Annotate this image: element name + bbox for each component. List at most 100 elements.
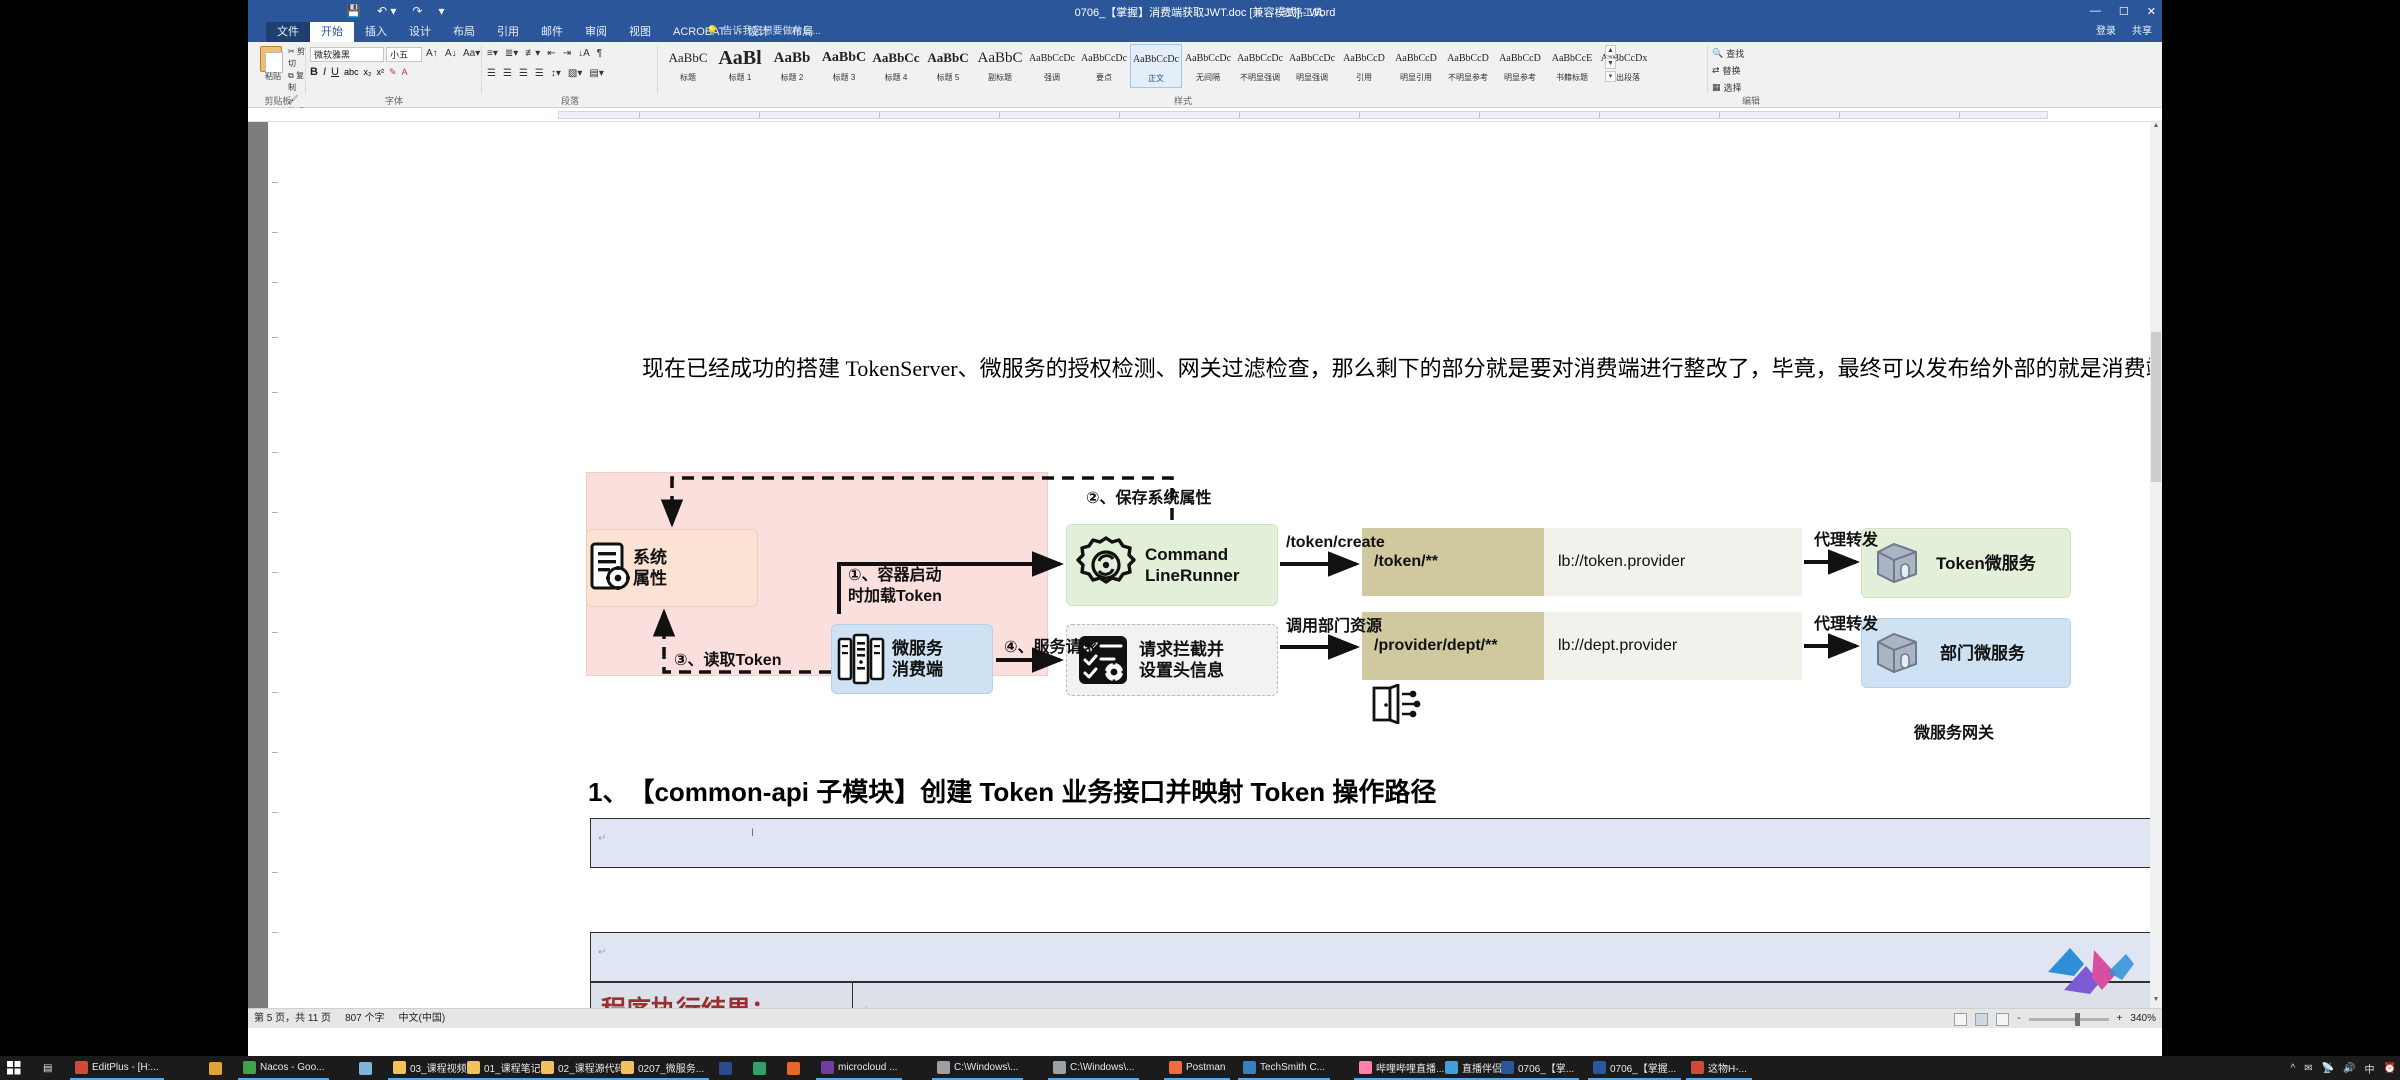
zoom-level[interactable]: 340% [2130,1009,2156,1029]
underline-button[interactable]: U [331,66,339,78]
style-item-3[interactable]: AaBbC 标题 3 [818,44,870,88]
taskbar-item-1[interactable] [204,1056,227,1080]
network-icon[interactable]: 📡 [2322,1063,2334,1074]
tray-expand-icon[interactable]: ^ [2291,1063,2296,1074]
result-table[interactable]: 程序执行结果： ↵ [590,982,2162,1008]
taskbar-item-7[interactable]: 0207_微服务... [616,1056,710,1080]
styles-gallery[interactable]: AaBbC 标题 AaBl 标题 1 AaBb 标题 2 AaBbC 标题 3 AaBbCc 标题… [662,44,1650,88]
zoom-out-button[interactable]: - [2017,1009,2020,1029]
scrollbar-thumb[interactable] [2151,332,2161,482]
taskbar-item-11[interactable]: microcloud ... [816,1056,903,1080]
code-table-2[interactable]: ↵ [590,932,2162,982]
align-center-icon[interactable]: ☰ [503,68,512,79]
status-right[interactable]: - + 340% [1954,1009,2156,1029]
scroll-up-icon[interactable]: ▲ [2150,122,2162,134]
tell-me-box[interactable]: 💡 告诉我您想要做什么... [706,22,821,42]
style-item-13[interactable]: AaBbCcD 引用 [1338,44,1390,88]
show-marks-icon[interactable]: ¶ [597,48,602,59]
body-paragraph[interactable]: 现在已经成功的搭建 TokenServer、微服务的授权检测、网关过滤检查，那么… [586,352,2162,386]
align-right-icon[interactable]: ☰ [519,68,528,79]
sort-icon[interactable]: ↓A [578,48,590,59]
print-layout-button[interactable] [1975,1012,1989,1026]
taskbar-item-19[interactable]: 0706_【掌握... [1588,1056,1682,1080]
taskbar-item-5[interactable]: 01_课程笔记 [462,1056,546,1080]
vertical-scrollbar[interactable]: ▲ ▼ [2150,122,2162,1008]
style-item-6[interactable]: AaBbC 副标题 [974,44,1026,88]
taskbar-item-3[interactable] [354,1056,377,1080]
document-page[interactable]: 现在已经成功的搭建 TokenServer、微服务的授权检测、网关过滤检查，那么… [268,122,2162,1008]
styles-gallery-scroll[interactable]: ▲ ▼ ▾ [1605,45,1616,82]
input-method-icon[interactable]: 中 [2365,1061,2375,1076]
close-icon[interactable]: ✕ [2147,5,2156,18]
taskbar-item-18[interactable]: 0706_【掌... [1496,1056,1580,1080]
shading-icon[interactable]: ▧▾ [568,68,582,79]
page-info[interactable]: 第 5 页，共 11 页 [254,1009,331,1029]
subscript-icon[interactable]: x₂ [363,67,371,77]
word-count[interactable]: 807 个字 [345,1009,384,1029]
gallery-up-icon[interactable]: ▲ [1605,45,1616,56]
style-item-5[interactable]: AaBbC 标题 5 [922,44,974,88]
result-value-cell[interactable]: ↵ [853,983,2162,1008]
gallery-more-icon[interactable]: ▾ [1605,71,1616,82]
shrink-font-icon[interactable]: A↓ [445,48,457,59]
taskbar-item-14[interactable]: Postman [1164,1056,1231,1080]
numbering-icon[interactable]: ≣▾ [505,48,518,59]
clock[interactable]: ⏰ [2384,1063,2396,1074]
volume-icon[interactable]: 🔊 [2343,1063,2355,1074]
style-item-10[interactable]: AaBbCcDc 无间隔 [1182,44,1234,88]
task-view-button[interactable]: ▤ [38,1056,57,1080]
line-spacing-icon[interactable]: ↕▾ [551,68,561,79]
style-item-14[interactable]: AaBbCcD 明显引用 [1390,44,1442,88]
justify-icon[interactable]: ☰ [535,68,544,79]
superscript-icon[interactable]: x² [376,67,384,77]
ribbon-tab-1[interactable]: 开始 [310,22,354,42]
ribbon-tab-5[interactable]: 引用 [486,22,530,42]
taskbar-item-9[interactable] [748,1056,771,1080]
font-size-input[interactable]: 小五 [386,47,422,62]
taskbar-item-12[interactable]: C:\Windows\... [932,1056,1024,1080]
taskbar-item-8[interactable] [714,1056,737,1080]
language[interactable]: 中文(中国) [399,1009,446,1029]
change-case-icon[interactable]: Aa▾ [463,48,480,59]
decrease-indent-icon[interactable]: ⇤ [547,48,555,59]
ribbon-tab-3[interactable]: 设计 [398,22,442,42]
taskbar-item-0[interactable]: EditPlus - [H:... [70,1056,164,1080]
style-item-2[interactable]: AaBb 标题 2 [766,44,818,88]
borders-icon[interactable]: ▤▾ [589,68,603,79]
style-item-9[interactable]: AaBbCcDc 正文 [1130,44,1182,88]
scroll-down-icon[interactable]: ▼ [2150,996,2162,1008]
select-button[interactable]: ▦ 选择 [1712,81,1742,94]
style-item-15[interactable]: AaBbCcD 不明显参考 [1442,44,1494,88]
start-button[interactable] [2,1056,26,1080]
style-item-0[interactable]: AaBbC 标题 [662,44,714,88]
style-item-11[interactable]: AaBbCcDc 不明显强调 [1234,44,1286,88]
replace-button[interactable]: ⇄ 替换 [1712,64,1741,77]
style-item-1[interactable]: AaBl 标题 1 [714,44,766,88]
style-item-17[interactable]: AaBbCcE 书籍标题 [1546,44,1598,88]
ribbon-tab-2[interactable]: 插入 [354,22,398,42]
taskbar-item-2[interactable]: Nacos - Goo... [238,1056,330,1080]
web-layout-button[interactable] [1996,1012,2010,1026]
taskbar-item-4[interactable]: 03_课程视频 [388,1056,472,1080]
read-mode-button[interactable] [1954,1012,1968,1026]
sign-in-label[interactable]: 登录 [2096,22,2116,42]
gallery-down-icon[interactable]: ▼ [1605,58,1616,69]
text-highlight-icon[interactable]: ✎ [389,67,397,78]
share-label[interactable]: 共享 [2132,22,2152,42]
style-item-8[interactable]: AaBbCcDc 要点 [1078,44,1130,88]
cut-button[interactable]: ✂ 剪切 [288,46,306,70]
align-left-icon[interactable]: ☰ [487,68,496,79]
zoom-slider[interactable] [2028,1012,2109,1026]
font-color-icon[interactable]: A [402,67,408,77]
taskbar-item-20[interactable]: 这物H-... [1686,1056,1752,1080]
ribbon-tab-0[interactable]: 文件 [266,22,310,42]
style-item-4[interactable]: AaBbCc 标题 4 [870,44,922,88]
chat-icon[interactable]: ✉ [2304,1063,2312,1074]
style-item-7[interactable]: AaBbCcDc 强调 [1026,44,1078,88]
taskbar-item-13[interactable]: C:\Windows\... [1048,1056,1140,1080]
multilevel-list-icon[interactable]: ≢▾ [525,48,540,59]
font-name-input[interactable]: 微软雅黑 [310,47,384,62]
zoom-in-button[interactable]: + [2117,1009,2123,1029]
style-item-12[interactable]: AaBbCcDc 明显强调 [1286,44,1338,88]
font-style-buttons[interactable]: B I U abc x₂ x² ✎ A [310,66,408,78]
